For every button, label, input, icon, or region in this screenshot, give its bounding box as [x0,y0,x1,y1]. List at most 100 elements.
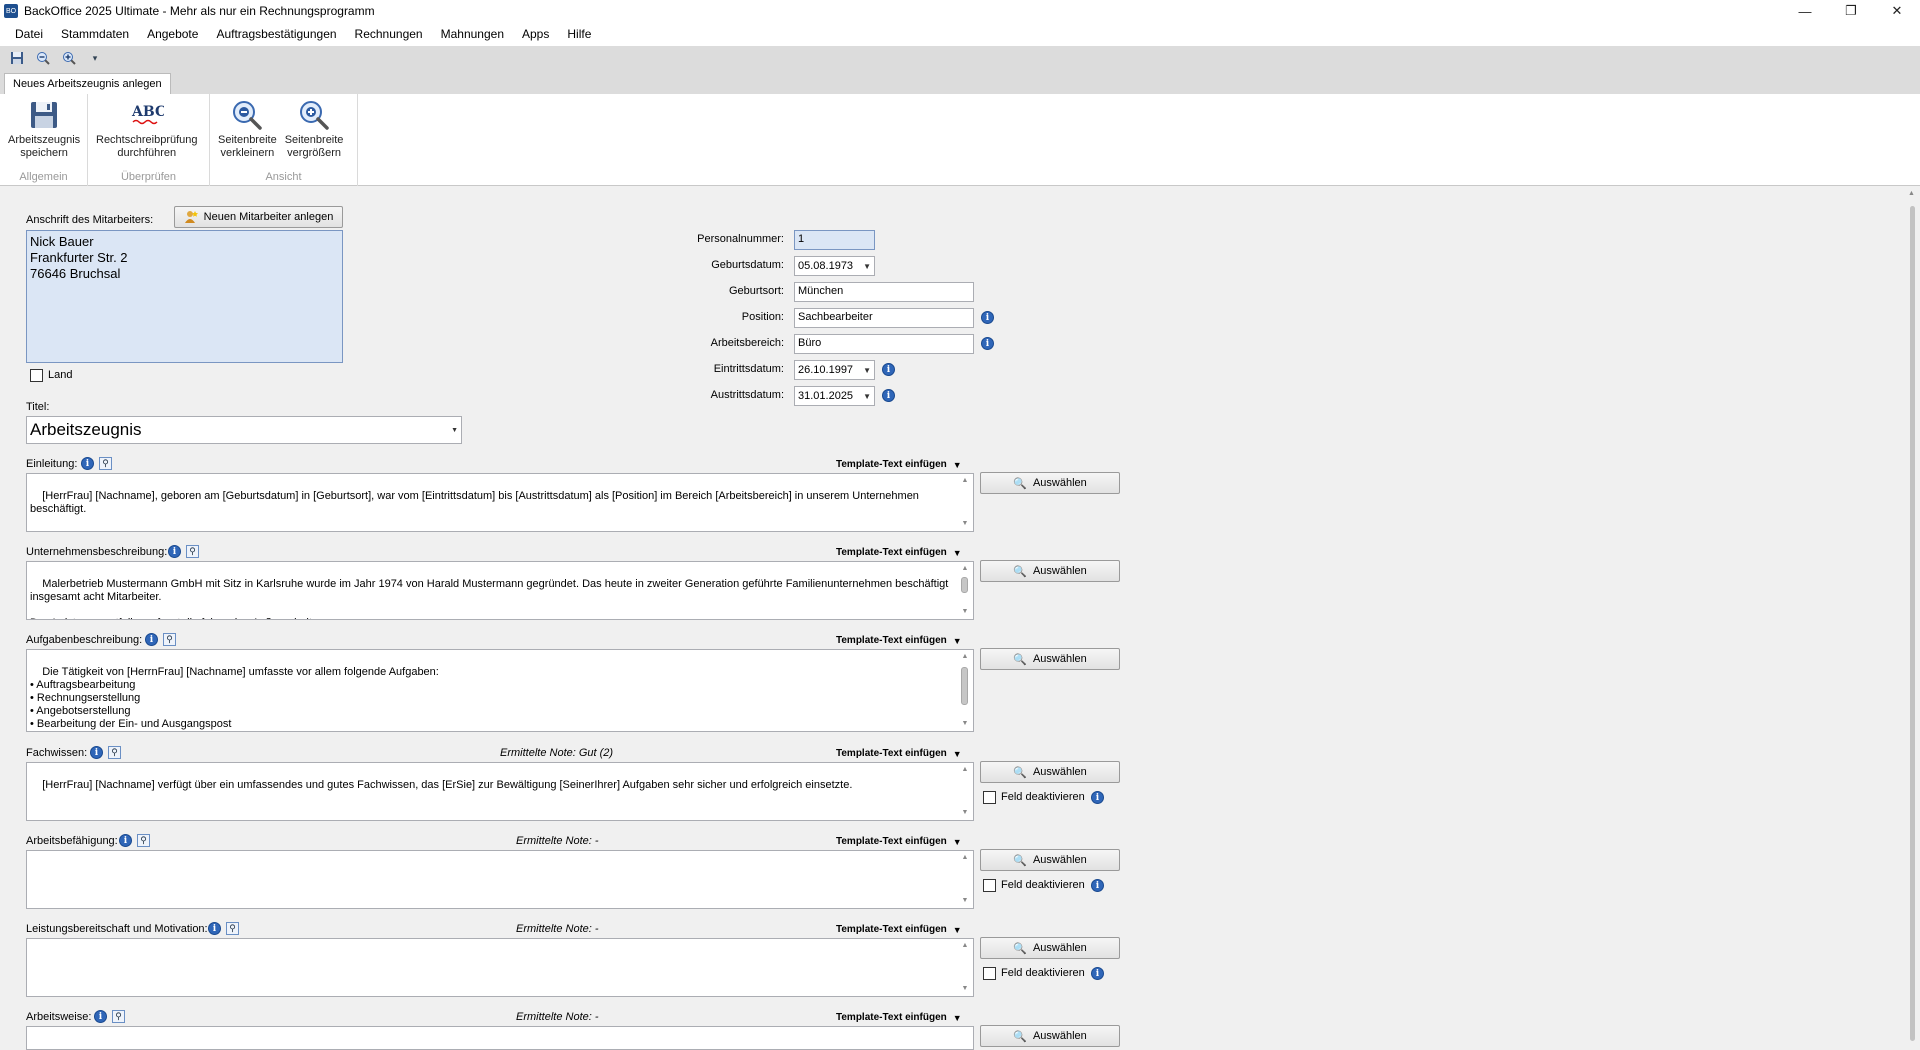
close-button[interactable]: ✕ [1874,0,1920,22]
menu-mahnungen[interactable]: Mahnungen [432,22,513,46]
scroll-down-icon[interactable]: ▼ [958,518,972,530]
scroll-thumb[interactable] [961,577,968,593]
template-insert-dropdown[interactable]: Template-Text einfügen ▼ [836,635,962,646]
preview-search-icon[interactable]: ⚲ [163,633,176,646]
menu-hilfe[interactable]: Hilfe [558,22,600,46]
scroll-thumb[interactable] [961,667,968,705]
address-textbox[interactable]: Nick Bauer Frankfurter Str. 2 76646 Bruc… [26,230,343,363]
info-icon[interactable]: i [882,389,895,402]
new-employee-button[interactable]: Neuen Mitarbeiter anlegen [174,206,343,228]
info-icon[interactable]: i [882,363,895,376]
fachwissen-select-button[interactable]: 🔍 Auswählen [980,761,1120,783]
scroll-down-icon[interactable]: ▼ [958,606,972,618]
main-scrollbar[interactable]: ▲ [1905,186,1920,1050]
leistung-select-button[interactable]: 🔍 Auswählen [980,937,1120,959]
scroll-up-icon[interactable]: ▲ [958,651,972,663]
menu-angebote[interactable]: Angebote [138,22,207,46]
personalnummer-input[interactable]: 1 [794,230,875,250]
menu-stammdaten[interactable]: Stammdaten [52,22,138,46]
scrollbar[interactable]: ▲ ▼ [958,852,972,907]
zoom-out-icon[interactable] [34,49,52,67]
scroll-up-icon[interactable]: ▲ [958,475,972,487]
einleitung-textarea[interactable]: [HerrFrau] [Nachname], geboren am [Gebur… [26,473,974,532]
arbeitsbereich-input[interactable]: Büro [794,334,974,354]
unternehmen-select-button[interactable]: 🔍 Auswählen [980,560,1120,582]
scrollbar[interactable]: ▲ ▼ [958,651,972,730]
austritt-picker[interactable]: 31.01.2025 ▼ [794,386,875,406]
geburtsdatum-picker[interactable]: 05.08.1973 ▼ [794,256,875,276]
info-icon[interactable]: i [981,311,994,324]
template-insert-dropdown[interactable]: Template-Text einfügen ▼ [836,547,962,558]
arbeitsweise-select-button[interactable]: 🔍 Auswählen [980,1025,1120,1047]
scroll-down-icon[interactable]: ▼ [958,718,972,730]
menu-bar: Datei Stammdaten Angebote Auftragsbestät… [0,22,1920,46]
info-icon[interactable]: i [1091,967,1104,980]
scroll-up-icon[interactable]: ▲ [1908,190,1915,197]
befaehigung-textarea[interactable]: ▲ ▼ [26,850,974,909]
fachwissen-deactivate-checkbox[interactable] [983,791,996,804]
minimize-button[interactable]: — [1782,0,1828,22]
chevron-down-icon: ▼ [863,391,871,401]
scrollbar[interactable]: ▲ ▼ [958,764,972,819]
leistung-deactivate-checkbox[interactable] [983,967,996,980]
menu-auftragsbestaetigungen[interactable]: Auftragsbestätigungen [207,22,345,46]
info-icon[interactable]: i [208,922,221,935]
einleitung-select-button[interactable]: 🔍 Auswählen [980,472,1120,494]
scrollbar[interactable]: ▲ ▼ [958,563,972,618]
info-icon[interactable]: i [1091,879,1104,892]
template-insert-dropdown[interactable]: Template-Text einfügen ▼ [836,924,962,935]
menu-apps[interactable]: Apps [513,22,558,46]
fachwissen-textarea[interactable]: [HerrFrau] [Nachname] verfügt über ein u… [26,762,974,821]
befaehigung-label: Arbeitsbefähigung: [26,835,118,847]
info-icon[interactable]: i [119,834,132,847]
geburtsort-input[interactable]: München [794,282,974,302]
info-icon[interactable]: i [81,457,94,470]
scroll-up-icon[interactable]: ▲ [958,940,972,952]
template-insert-dropdown[interactable]: Template-Text einfügen ▼ [836,459,962,470]
menu-rechnungen[interactable]: Rechnungen [346,22,432,46]
template-insert-dropdown[interactable]: Template-Text einfügen ▼ [836,1012,962,1023]
zoom-in-icon[interactable] [60,49,78,67]
scroll-up-icon[interactable]: ▲ [958,852,972,864]
befaehigung-deactivate-checkbox[interactable] [983,879,996,892]
country-checkbox[interactable] [30,369,43,382]
preview-search-icon[interactable]: ⚲ [226,922,239,935]
template-insert-dropdown[interactable]: Template-Text einfügen ▼ [836,836,962,847]
titel-combobox[interactable]: Arbeitszeugnis ▼ [26,416,462,444]
scroll-up-icon[interactable]: ▲ [958,764,972,776]
befaehigung-select-button[interactable]: 🔍 Auswählen [980,849,1120,871]
info-icon[interactable]: i [1091,791,1104,804]
preview-search-icon[interactable]: ⚲ [137,834,150,847]
eintritt-picker[interactable]: 26.10.1997 ▼ [794,360,875,380]
customize-dropdown-icon[interactable]: ▾ [86,49,104,67]
info-icon[interactable]: i [90,746,103,759]
scrollbar[interactable]: ▲ ▼ [958,475,972,530]
info-icon[interactable]: i [981,337,994,350]
zoom-in-label-1: Seitenbreite [284,134,344,146]
template-insert-dropdown[interactable]: Template-Text einfügen ▼ [836,748,962,759]
info-icon[interactable]: i [94,1010,107,1023]
leistung-textarea[interactable]: ▲ ▼ [26,938,974,997]
menu-datei[interactable]: Datei [6,22,52,46]
address-line-street: Frankfurter Str. 2 [30,250,128,265]
aufgaben-select-button[interactable]: 🔍 Auswählen [980,648,1120,670]
save-icon[interactable] [8,49,26,67]
scroll-down-icon[interactable]: ▼ [958,983,972,995]
restore-button[interactable]: ❐ [1828,0,1874,22]
info-icon[interactable]: i [168,545,181,558]
info-icon[interactable]: i [145,633,158,646]
preview-search-icon[interactable]: ⚲ [108,746,121,759]
scroll-up-icon[interactable]: ▲ [958,563,972,575]
position-input[interactable]: Sachbearbeiter [794,308,974,328]
scroll-down-icon[interactable]: ▼ [958,895,972,907]
preview-search-icon[interactable]: ⚲ [186,545,199,558]
scroll-down-icon[interactable]: ▼ [958,807,972,819]
unternehmen-textarea[interactable]: Malerbetrieb Mustermann GmbH mit Sitz in… [26,561,974,620]
preview-search-icon[interactable]: ⚲ [99,457,112,470]
aufgaben-textarea[interactable]: Die Tätigkeit von [HerrnFrau] [Nachname]… [26,649,974,732]
arbeitsweise-textarea[interactable] [26,1026,974,1050]
scrollbar[interactable]: ▲ ▼ [958,940,972,995]
preview-search-icon[interactable]: ⚲ [112,1010,125,1023]
tab-neues-arbeitszeugnis[interactable]: Neues Arbeitszeugnis anlegen [4,73,171,94]
scroll-thumb[interactable] [1910,206,1915,1041]
